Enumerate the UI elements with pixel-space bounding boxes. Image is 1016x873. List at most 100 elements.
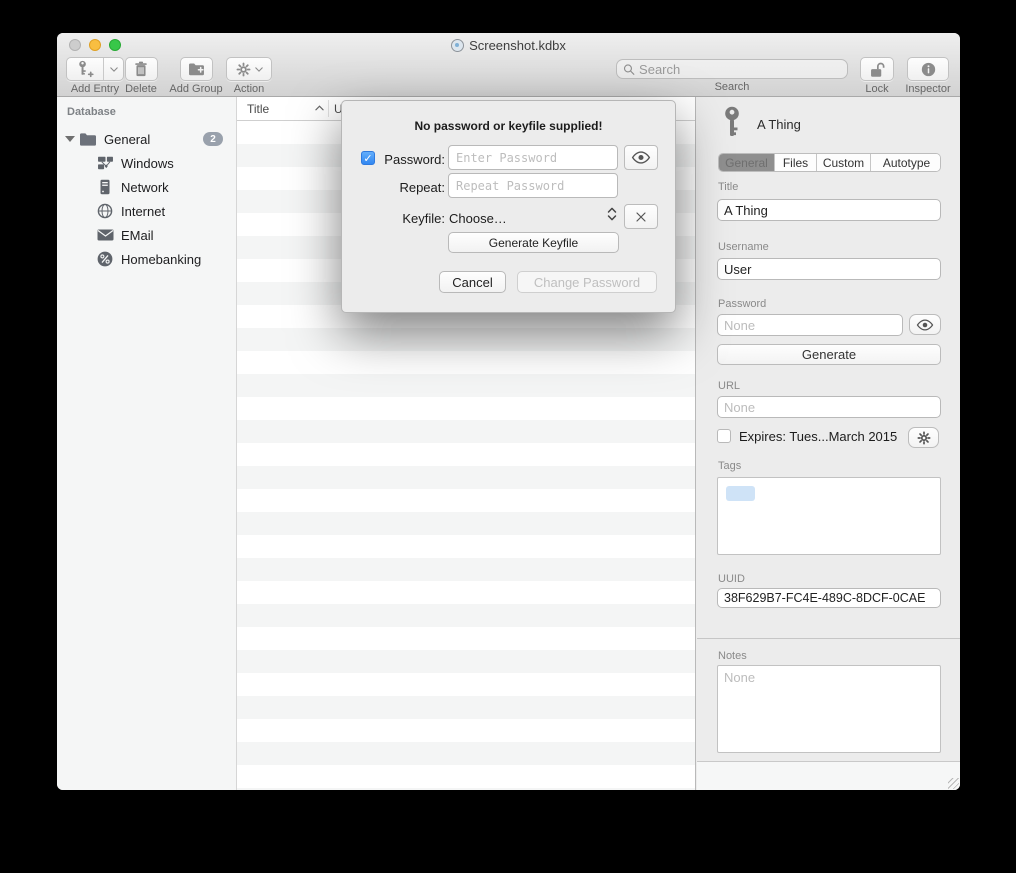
server-icon bbox=[99, 179, 111, 195]
username-field[interactable] bbox=[717, 258, 941, 280]
sidebar-item-internet[interactable]: Internet bbox=[57, 200, 236, 222]
resize-grip[interactable] bbox=[948, 778, 959, 789]
tab-custom[interactable]: Custom bbox=[817, 154, 871, 171]
add-group-button[interactable] bbox=[180, 57, 213, 81]
title-field[interactable] bbox=[717, 199, 941, 221]
inspector-label: Inspector bbox=[905, 83, 950, 95]
tag-chip[interactable] bbox=[726, 486, 755, 501]
table-row bbox=[237, 466, 695, 489]
table-row bbox=[237, 673, 695, 696]
uuid-label: UUID bbox=[718, 573, 745, 585]
action-button[interactable] bbox=[226, 57, 272, 81]
table-row bbox=[237, 696, 695, 719]
dialog-show-password-button[interactable] bbox=[624, 145, 658, 170]
column-divider[interactable] bbox=[328, 100, 329, 117]
password-field[interactable] bbox=[717, 314, 903, 336]
cancel-button[interactable]: Cancel bbox=[439, 271, 506, 293]
table-row bbox=[237, 627, 695, 650]
info-icon bbox=[921, 62, 936, 77]
sidebar-item-email[interactable]: EMail bbox=[57, 224, 236, 246]
column-header-title[interactable]: Title bbox=[247, 102, 269, 116]
tab-general[interactable]: General bbox=[719, 154, 775, 171]
sidebar-item-windows[interactable]: Windows bbox=[57, 152, 236, 174]
key-icon bbox=[723, 106, 741, 140]
title-label: Title bbox=[718, 181, 738, 193]
sidebar-item-network[interactable]: Network bbox=[57, 176, 236, 198]
inspector-group: Inspector bbox=[900, 57, 956, 95]
uuid-field[interactable] bbox=[717, 588, 941, 608]
generate-keyfile-button[interactable]: Generate Keyfile bbox=[448, 232, 619, 253]
close-x-icon bbox=[635, 211, 647, 223]
delete-button[interactable] bbox=[125, 57, 158, 81]
table-row bbox=[237, 765, 695, 788]
folder-icon bbox=[79, 132, 97, 146]
search-label: Search bbox=[715, 81, 750, 93]
sidebar-item-label: General bbox=[104, 132, 150, 147]
disclosure-triangle-icon[interactable] bbox=[65, 136, 75, 142]
sidebar-item-label: EMail bbox=[121, 228, 154, 243]
screen: Screenshot.kdbx Add Entry Delete bbox=[0, 0, 1016, 873]
dialog-message: No password or keyfile supplied! bbox=[342, 119, 675, 133]
gear-icon bbox=[917, 431, 931, 445]
sidebar-item-label: Windows bbox=[121, 156, 174, 171]
table-row bbox=[237, 328, 695, 351]
table-row bbox=[237, 535, 695, 558]
change-password-dialog: No password or keyfile supplied! ✓ Passw… bbox=[341, 100, 676, 313]
inspector-divider bbox=[697, 638, 960, 639]
dialog-repeat-input[interactable] bbox=[448, 173, 618, 198]
search-field[interactable] bbox=[616, 59, 848, 79]
generate-button[interactable]: Generate bbox=[717, 344, 941, 365]
show-password-button[interactable] bbox=[909, 314, 941, 335]
sidebar-item-general[interactable]: General 2 bbox=[57, 128, 236, 150]
table-row bbox=[237, 742, 695, 765]
lock-button[interactable] bbox=[860, 57, 894, 81]
inspector-footer bbox=[697, 761, 960, 790]
inspector-tabs: General Files Custom Autotype bbox=[718, 153, 941, 172]
key-plus-icon bbox=[76, 60, 94, 78]
url-label: URL bbox=[718, 380, 740, 392]
delete-group: Delete bbox=[121, 57, 161, 95]
delete-label: Delete bbox=[125, 83, 157, 95]
window-title: Screenshot.kdbx bbox=[469, 38, 566, 53]
table-row bbox=[237, 604, 695, 627]
table-row bbox=[237, 420, 695, 443]
table-row bbox=[237, 374, 695, 397]
tab-autotype[interactable]: Autotype bbox=[871, 154, 941, 171]
notes-field[interactable] bbox=[717, 665, 941, 753]
tab-files[interactable]: Files bbox=[775, 154, 817, 171]
search-input[interactable] bbox=[639, 62, 841, 77]
add-entry-group: Add Entry bbox=[64, 57, 126, 95]
url-field[interactable] bbox=[717, 396, 941, 418]
expires-settings-button[interactable] bbox=[908, 427, 939, 448]
tags-box[interactable] bbox=[717, 477, 941, 555]
dialog-password-input[interactable] bbox=[448, 145, 618, 170]
folder-plus-icon bbox=[188, 62, 205, 76]
keyfile-popup-button[interactable]: Choose… bbox=[449, 211, 507, 226]
table-row bbox=[237, 650, 695, 673]
inspector-button[interactable] bbox=[907, 57, 949, 81]
search-icon bbox=[623, 63, 635, 76]
sort-ascending-icon bbox=[315, 105, 324, 111]
change-password-button[interactable]: Change Password bbox=[517, 271, 657, 293]
percent-icon bbox=[97, 251, 113, 267]
action-label: Action bbox=[234, 83, 265, 95]
app-window: Screenshot.kdbx Add Entry Delete bbox=[57, 33, 960, 790]
lock-open-icon bbox=[869, 61, 885, 78]
table-row bbox=[237, 788, 695, 790]
clear-keyfile-button[interactable] bbox=[624, 204, 658, 229]
table-row bbox=[237, 512, 695, 535]
table-row bbox=[237, 443, 695, 466]
envelope-icon bbox=[97, 229, 114, 241]
table-row bbox=[237, 489, 695, 512]
add-entry-button[interactable] bbox=[66, 57, 124, 81]
add-entry-label: Add Entry bbox=[71, 83, 119, 95]
keyfile-stepper[interactable] bbox=[607, 206, 617, 222]
trash-icon bbox=[134, 61, 148, 77]
lock-group: Lock bbox=[854, 57, 900, 95]
expires-checkbox[interactable] bbox=[717, 429, 731, 443]
table-row bbox=[237, 719, 695, 742]
sidebar-item-homebanking[interactable]: Homebanking bbox=[57, 248, 236, 270]
sidebar-header: Database bbox=[67, 106, 116, 118]
action-group: Action bbox=[219, 57, 279, 95]
up-down-chevrons-icon bbox=[607, 206, 617, 222]
